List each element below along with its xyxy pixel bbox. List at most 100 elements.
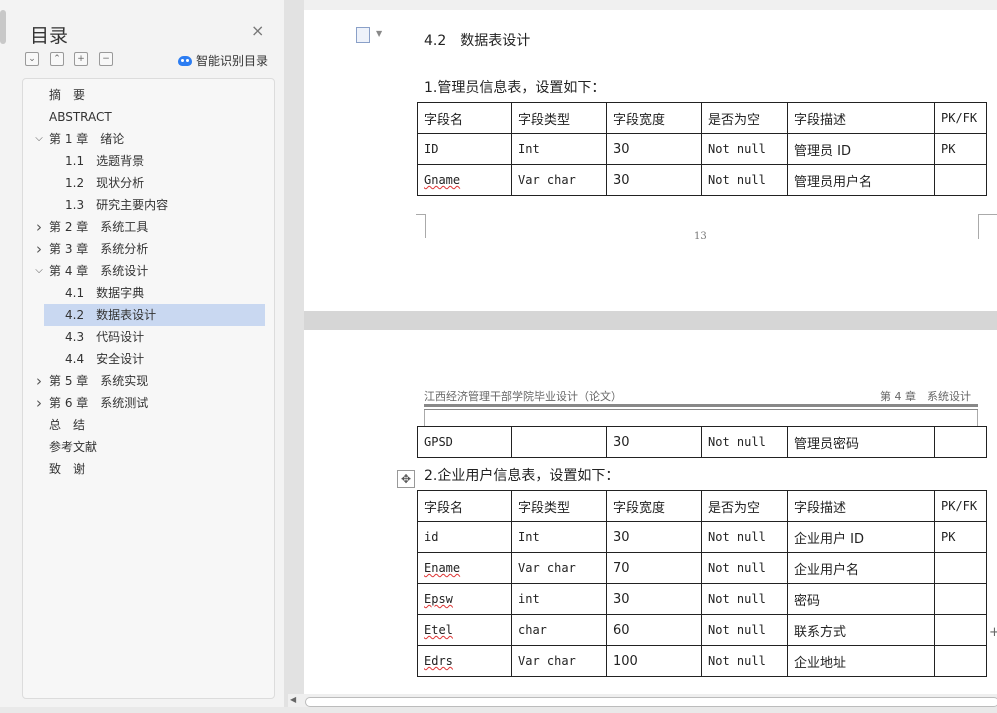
- table-cell[interactable]: 企业用户 ID: [787, 521, 935, 553]
- table-cell[interactable]: Not null: [701, 521, 788, 553]
- remove-heading-icon[interactable]: −: [99, 52, 113, 66]
- table-cell[interactable]: 企业用户名: [787, 552, 935, 584]
- chevron-down-icon[interactable]: ▼: [376, 29, 382, 38]
- header-cell[interactable]: 字段宽度: [606, 490, 702, 522]
- table-cell[interactable]: [934, 583, 987, 615]
- toc-item-label: 4.1 数据字典: [65, 286, 145, 300]
- table-cell[interactable]: [934, 614, 987, 646]
- toc-item-label: 致 谢: [49, 462, 86, 476]
- table-cell[interactable]: Epsw: [417, 583, 512, 615]
- table-cell[interactable]: Not null: [701, 133, 788, 165]
- header-cell[interactable]: 字段宽度: [606, 102, 702, 134]
- table-cell[interactable]: Not null: [701, 583, 788, 615]
- close-icon[interactable]: ×: [251, 22, 264, 40]
- table-cell[interactable]: [934, 552, 987, 584]
- toc-item-label: 第 2 章 系统工具: [49, 220, 149, 234]
- table-cell[interactable]: 管理员密码: [787, 426, 935, 458]
- table-cell[interactable]: 30: [606, 133, 702, 165]
- header-cell[interactable]: 字段名: [417, 490, 512, 522]
- toc-item-label: 第 6 章 系统测试: [49, 396, 149, 410]
- table-cell[interactable]: Etel: [417, 614, 512, 646]
- table-cell[interactable]: 密码: [787, 583, 935, 615]
- table-header-row: 字段名 字段类型 字段宽度 是否为空 字段描述 PK/FK: [417, 102, 987, 134]
- panel-splitter[interactable]: [284, 0, 304, 713]
- table-cell[interactable]: char: [511, 614, 607, 646]
- table-move-handle-icon[interactable]: ✥: [397, 470, 415, 488]
- add-heading-icon[interactable]: +: [74, 52, 88, 66]
- cell-text: 企业用户 ID: [794, 531, 864, 547]
- table-cell[interactable]: [934, 645, 987, 677]
- cell-text: Var char: [518, 654, 576, 668]
- table-cell[interactable]: id: [417, 521, 512, 553]
- table-cell[interactable]: Var char: [511, 552, 607, 584]
- corner-mark: [424, 410, 425, 426]
- table-cell[interactable]: PK: [934, 521, 987, 553]
- table-cell[interactable]: Gname: [417, 164, 512, 196]
- cell-text: 70: [613, 560, 630, 576]
- header-cell[interactable]: PK/FK: [934, 102, 987, 134]
- chevron-down-icon[interactable]: ⌵: [34, 260, 44, 282]
- header-cell[interactable]: 字段名: [417, 102, 512, 134]
- table-cell[interactable]: 30: [606, 164, 702, 196]
- chevron-right-icon[interactable]: ›: [34, 216, 44, 238]
- table-cell[interactable]: Not null: [701, 426, 788, 458]
- cell-text: 30: [613, 172, 630, 188]
- table-cell[interactable]: Int: [511, 521, 607, 553]
- cell-text: Not null: [708, 654, 766, 668]
- header-cell[interactable]: PK/FK: [934, 490, 987, 522]
- toc-section-item[interactable]: 4.2 数据表设计: [44, 304, 265, 326]
- toc-title: 目录: [30, 25, 69, 47]
- expand-all-icon[interactable]: ⌄: [25, 52, 39, 66]
- table-cell[interactable]: [934, 426, 987, 458]
- table-cell[interactable]: 管理员 ID: [787, 133, 935, 165]
- smart-toc-button[interactable]: 智能识别目录: [178, 52, 268, 69]
- table-cell[interactable]: Int: [511, 133, 607, 165]
- table-cell[interactable]: int: [511, 583, 607, 615]
- table-cell[interactable]: 30: [606, 521, 702, 553]
- cell-text: Ename: [424, 561, 461, 575]
- header-cell[interactable]: 字段类型: [511, 102, 607, 134]
- table-cell[interactable]: 30: [606, 426, 702, 458]
- table-cell[interactable]: [511, 426, 607, 458]
- scrollbar-thumb[interactable]: [305, 697, 997, 707]
- table-cell[interactable]: 60: [606, 614, 702, 646]
- document-icon[interactable]: [356, 27, 370, 43]
- table-cell[interactable]: PK: [934, 133, 987, 165]
- corner-mark: [978, 214, 997, 239]
- scroll-left-icon[interactable]: ◀: [290, 695, 296, 704]
- table-cell[interactable]: Not null: [701, 552, 788, 584]
- header-cell[interactable]: 字段描述: [787, 490, 935, 522]
- collapse-all-icon[interactable]: ⌃: [50, 52, 64, 66]
- header-cell[interactable]: 字段类型: [511, 490, 607, 522]
- table-cell[interactable]: GPSD: [417, 426, 512, 458]
- header-cell[interactable]: 是否为空: [701, 490, 788, 522]
- table-cell[interactable]: 联系方式: [787, 614, 935, 646]
- table-cell[interactable]: Not null: [701, 164, 788, 196]
- chevron-right-icon[interactable]: ›: [34, 392, 44, 414]
- table-cell[interactable]: 企业地址: [787, 645, 935, 677]
- cell-text: Not null: [708, 173, 766, 187]
- cell-text: 100: [613, 653, 638, 669]
- table-cell[interactable]: Edrs: [417, 645, 512, 677]
- toc-scrollbar[interactable]: [0, 10, 6, 44]
- table-cell[interactable]: 30: [606, 583, 702, 615]
- toc-item-label: 参考文献: [49, 440, 98, 454]
- header-cell[interactable]: 字段描述: [787, 102, 935, 134]
- chevron-right-icon[interactable]: ›: [34, 370, 44, 392]
- table-cell[interactable]: 管理员用户名: [787, 164, 935, 196]
- table-cell[interactable]: Not null: [701, 645, 788, 677]
- table-cell[interactable]: [934, 164, 987, 196]
- table-cell[interactable]: Not null: [701, 614, 788, 646]
- add-column-icon[interactable]: +: [989, 625, 997, 640]
- toc-item-label: 摘 要: [49, 88, 86, 102]
- table-cell[interactable]: Ename: [417, 552, 512, 584]
- table-cell[interactable]: 70: [606, 552, 702, 584]
- table-cell[interactable]: 100: [606, 645, 702, 677]
- header-cell[interactable]: 是否为空: [701, 102, 788, 134]
- chevron-down-icon[interactable]: ⌵: [34, 128, 44, 150]
- running-header-right: 第 4 章 系统设计: [880, 390, 971, 403]
- table-cell[interactable]: Var char: [511, 645, 607, 677]
- table-cell[interactable]: ID: [417, 133, 512, 165]
- table-cell[interactable]: Var char: [511, 164, 607, 196]
- chevron-right-icon[interactable]: ›: [34, 238, 44, 260]
